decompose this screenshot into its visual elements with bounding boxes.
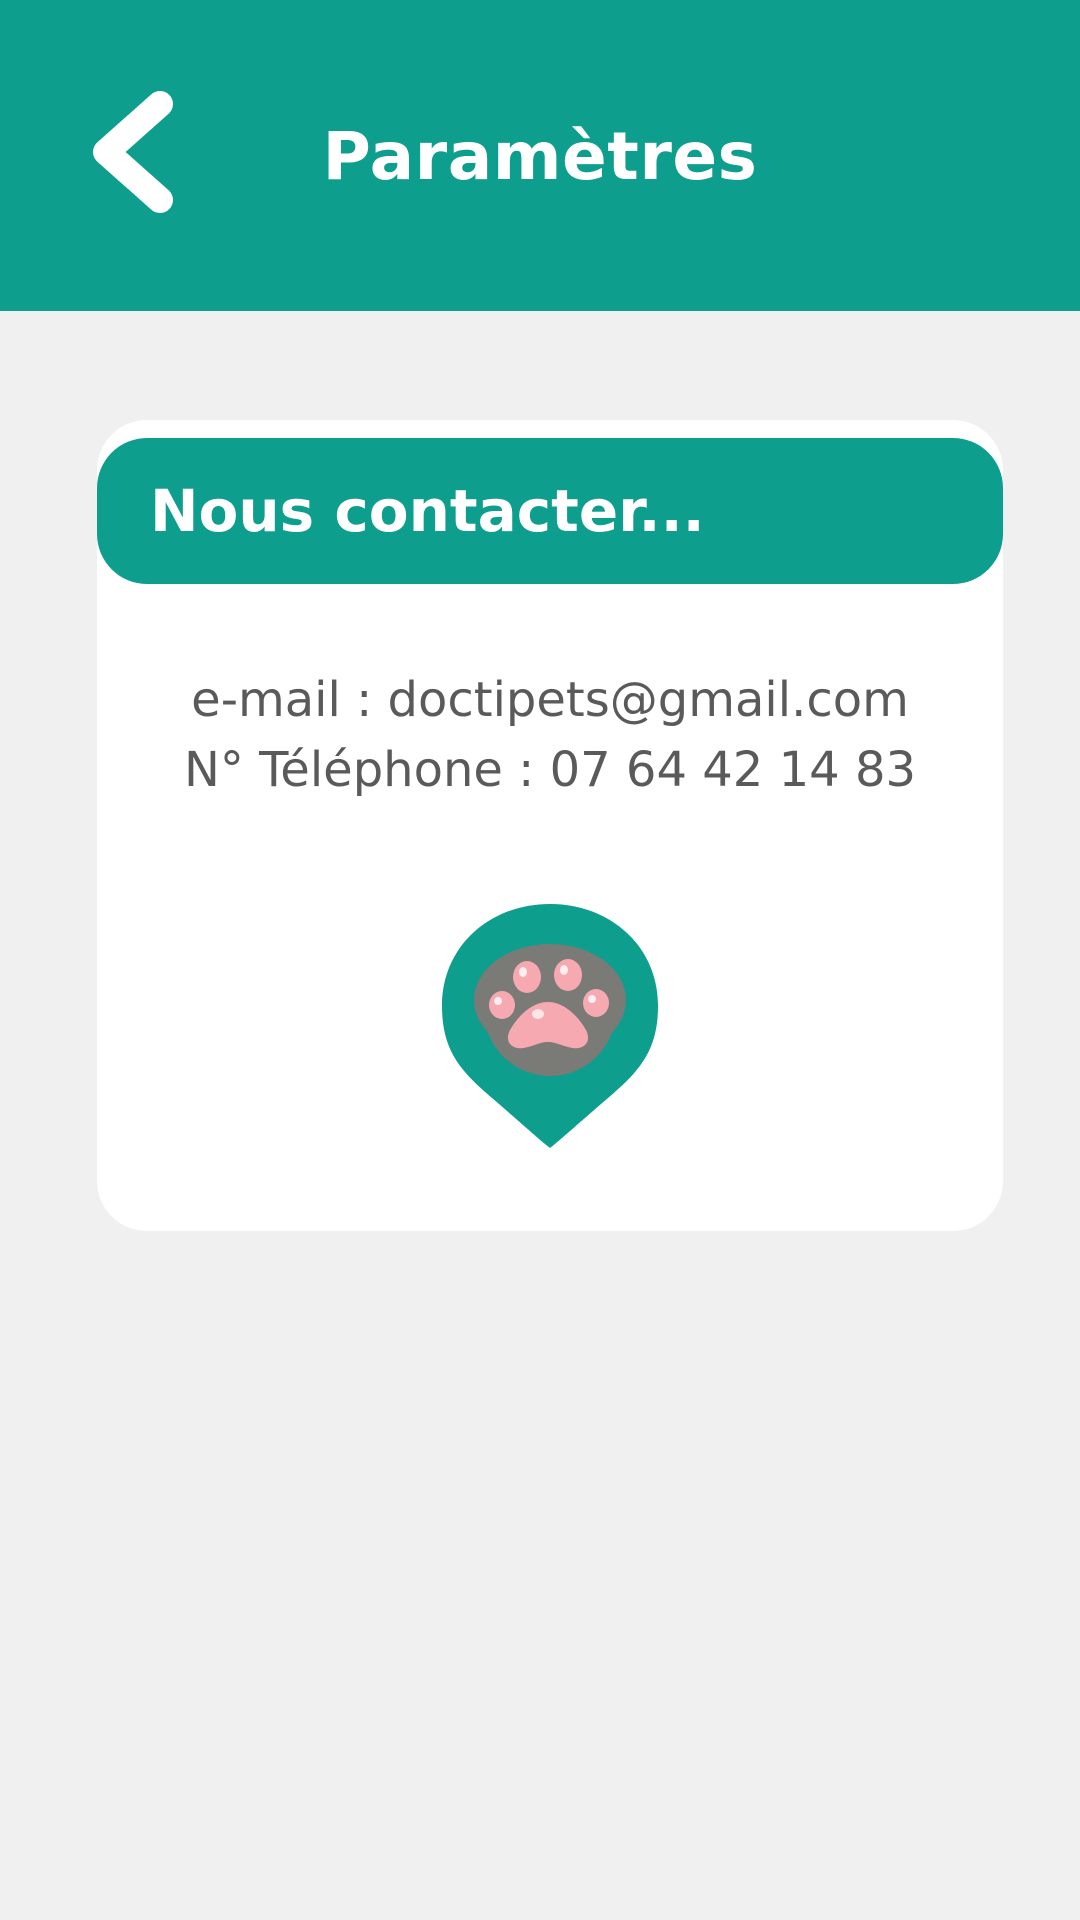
page-title: Paramètres (322, 118, 758, 195)
contact-phone: N° Téléphone : 07 64 42 14 83 (183, 742, 917, 798)
contact-card-title: Nous contacter... (150, 477, 705, 545)
contact-email: e-mail : doctipets@gmail.com (191, 672, 909, 728)
app-header: Paramètres (0, 0, 1080, 311)
contact-card: Nous contacter... e-mail : doctipets@gma… (97, 420, 1003, 1231)
contact-card-header: Nous contacter... (97, 438, 1003, 584)
paw-pin-logo-icon (442, 904, 658, 1148)
